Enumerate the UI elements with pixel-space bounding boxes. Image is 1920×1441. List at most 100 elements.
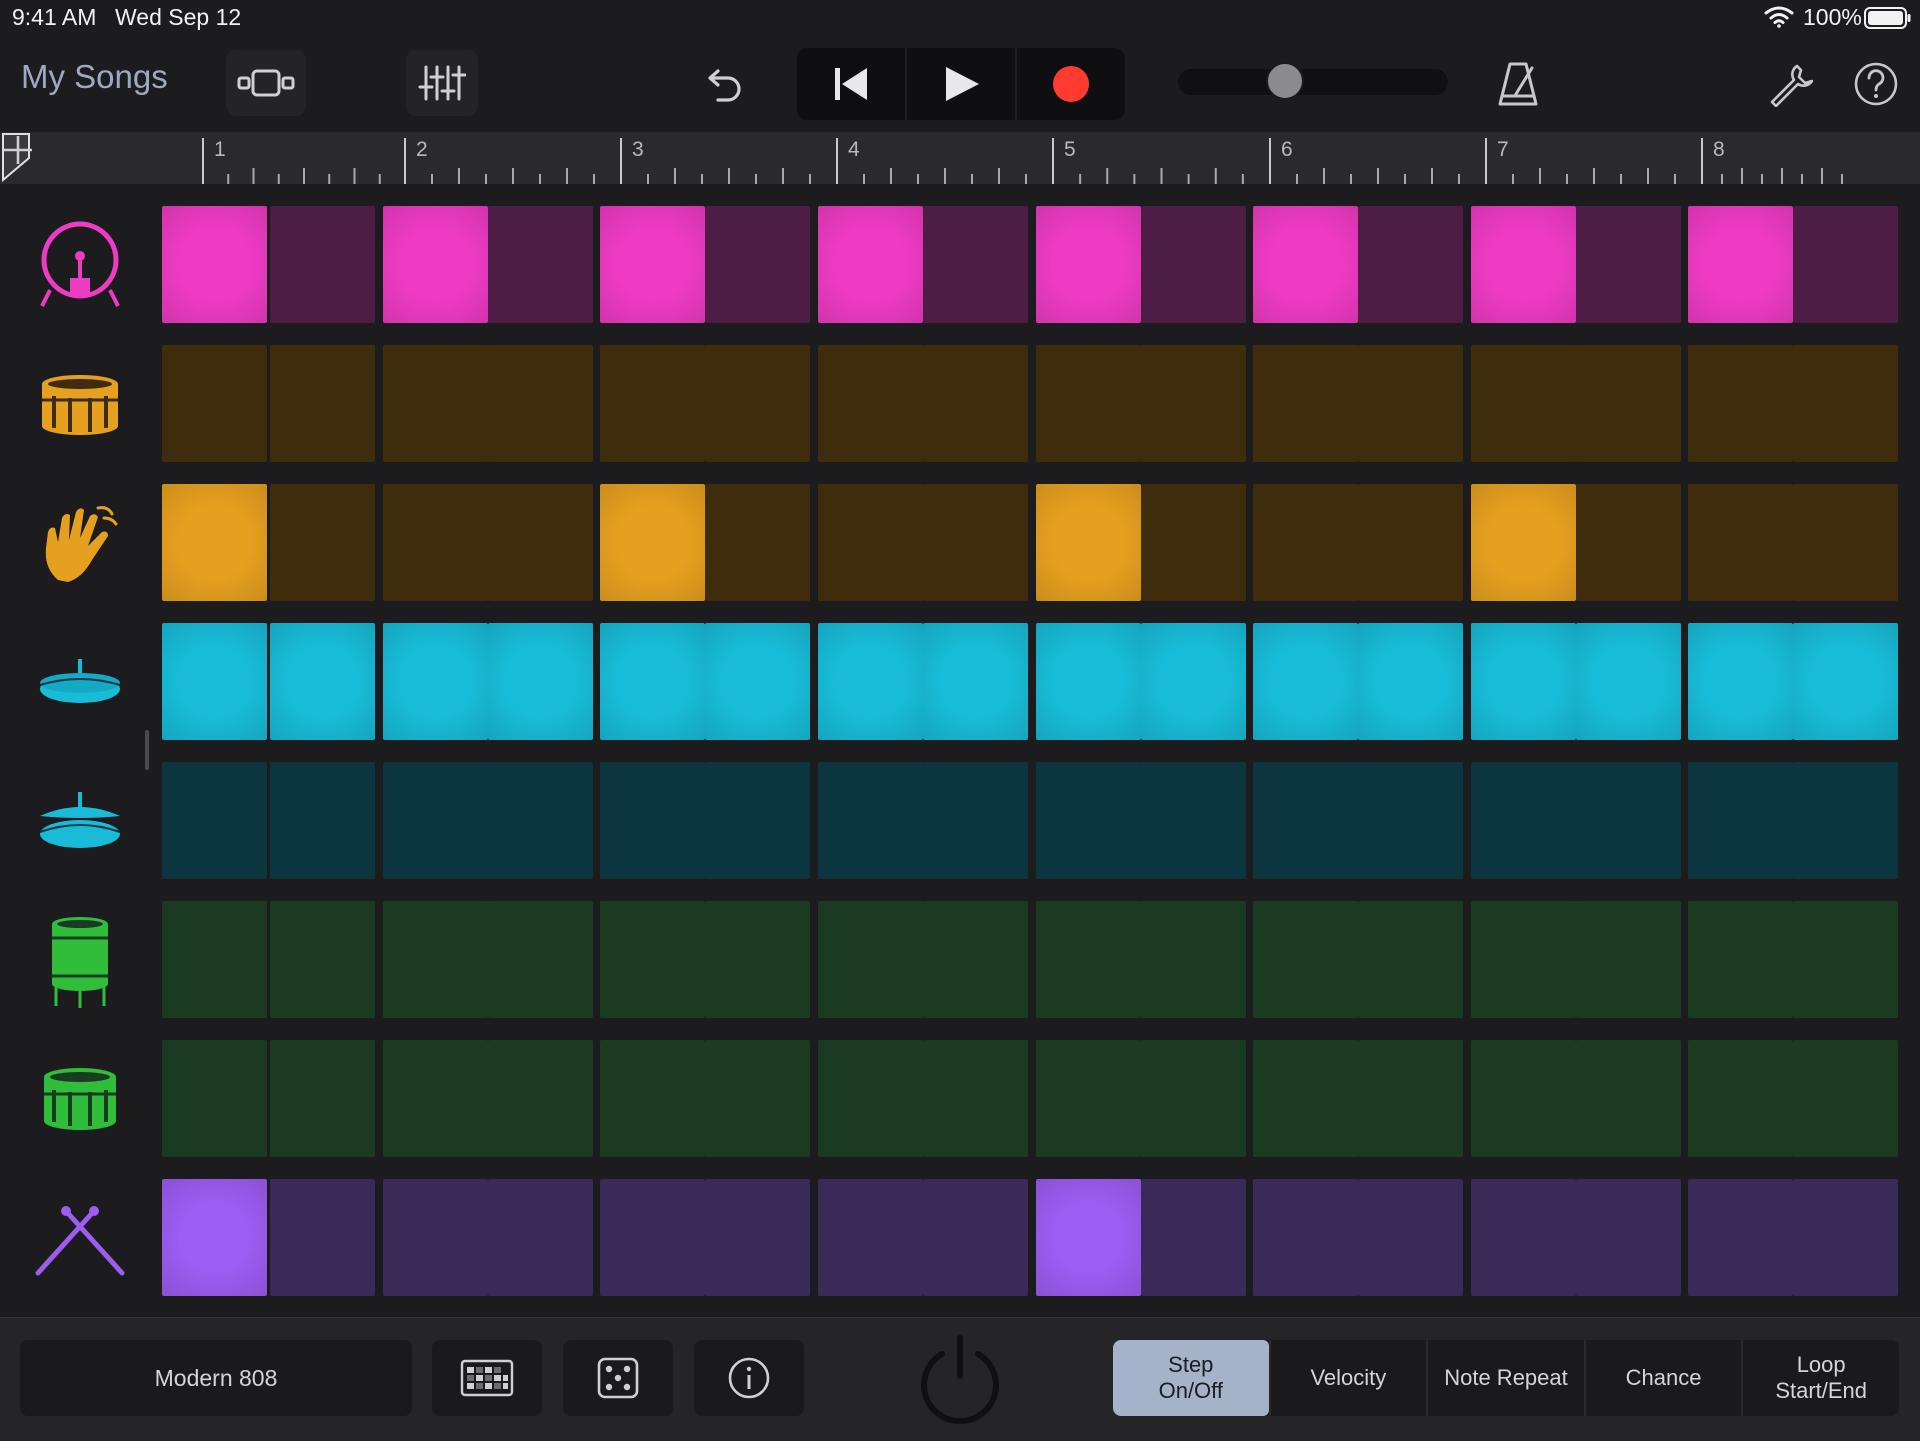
step-pad[interactable] — [270, 345, 375, 462]
step-pad[interactable] — [383, 623, 488, 740]
step-pad[interactable] — [705, 206, 810, 323]
step-pad[interactable] — [162, 1040, 267, 1157]
step-pad[interactable] — [1141, 1040, 1246, 1157]
step-pad[interactable] — [1253, 1040, 1358, 1157]
step-pad[interactable] — [162, 345, 267, 462]
record-button[interactable] — [1015, 48, 1125, 120]
step-pad[interactable] — [1793, 206, 1898, 323]
step-pad[interactable] — [1688, 762, 1793, 879]
mode-note-repeat[interactable]: Note Repeat — [1426, 1340, 1584, 1416]
step-pad[interactable] — [1036, 623, 1141, 740]
step-pad[interactable] — [1576, 762, 1681, 879]
step-pad[interactable] — [923, 1040, 1028, 1157]
step-pad[interactable] — [162, 1179, 267, 1296]
step-pad[interactable] — [1358, 901, 1463, 1018]
tom-drum-icon[interactable] — [30, 1050, 130, 1150]
go-to-beginning-button[interactable] — [797, 48, 905, 120]
step-pad[interactable] — [1793, 762, 1898, 879]
kick-drum-icon[interactable] — [30, 216, 130, 316]
step-pad[interactable] — [488, 901, 593, 1018]
step-pad[interactable] — [488, 345, 593, 462]
step-pad[interactable] — [1358, 623, 1463, 740]
step-pad[interactable] — [1793, 1179, 1898, 1296]
step-pad[interactable] — [383, 1040, 488, 1157]
step-pad[interactable] — [383, 1179, 488, 1296]
step-pad[interactable] — [270, 206, 375, 323]
randomize-button[interactable] — [563, 1340, 673, 1416]
step-pad[interactable] — [383, 206, 488, 323]
step-pad[interactable] — [1471, 762, 1576, 879]
step-pad[interactable] — [1793, 484, 1898, 601]
step-pad[interactable] — [162, 762, 267, 879]
step-pad[interactable] — [270, 762, 375, 879]
step-pad[interactable] — [488, 762, 593, 879]
metronome-button[interactable] — [1484, 50, 1552, 118]
drum-kit-selector[interactable]: Modern 808 — [20, 1340, 412, 1416]
step-pad[interactable] — [1141, 206, 1246, 323]
step-pad[interactable] — [1471, 1040, 1576, 1157]
step-pad[interactable] — [1036, 345, 1141, 462]
step-pad[interactable] — [818, 1040, 923, 1157]
step-pad[interactable] — [488, 623, 593, 740]
step-pad[interactable] — [600, 623, 705, 740]
step-pad[interactable] — [383, 345, 488, 462]
step-pad[interactable] — [1036, 484, 1141, 601]
master-volume-knob[interactable] — [1266, 62, 1305, 100]
step-pad[interactable] — [600, 345, 705, 462]
step-pad[interactable] — [1253, 762, 1358, 879]
step-pad[interactable] — [1688, 901, 1793, 1018]
step-pad[interactable] — [600, 484, 705, 601]
settings-button[interactable] — [1756, 50, 1824, 118]
step-pad[interactable] — [818, 901, 923, 1018]
snare-drum-icon[interactable] — [30, 355, 130, 455]
step-pad[interactable] — [488, 206, 593, 323]
step-pad[interactable] — [818, 762, 923, 879]
step-pad[interactable] — [1141, 1179, 1246, 1296]
step-pad[interactable] — [600, 762, 705, 879]
my-songs-button[interactable]: My Songs — [21, 58, 168, 96]
step-pad[interactable] — [705, 623, 810, 740]
step-pad[interactable] — [1253, 206, 1358, 323]
step-pad[interactable] — [1358, 1179, 1463, 1296]
master-volume-slider[interactable] — [1178, 62, 1448, 100]
step-pad[interactable] — [705, 1179, 810, 1296]
step-pad[interactable] — [270, 484, 375, 601]
step-pad[interactable] — [818, 206, 923, 323]
step-pad[interactable] — [1253, 484, 1358, 601]
timeline-ruler[interactable]: 1 2 3 4 5 6 7 8 — [0, 132, 1920, 184]
step-pad[interactable] — [923, 206, 1028, 323]
step-pad[interactable] — [1576, 1040, 1681, 1157]
step-pad[interactable] — [383, 901, 488, 1018]
step-pad[interactable] — [162, 206, 267, 323]
step-pad[interactable] — [1576, 345, 1681, 462]
step-pad[interactable] — [705, 345, 810, 462]
step-pad[interactable] — [1036, 206, 1141, 323]
clap-hand-icon[interactable] — [30, 494, 130, 594]
mode-velocity[interactable]: Velocity — [1268, 1340, 1427, 1416]
step-pad[interactable] — [1471, 345, 1576, 462]
step-pad[interactable] — [1036, 1179, 1141, 1296]
mode-chance[interactable]: Chance — [1583, 1340, 1742, 1416]
step-pad[interactable] — [1471, 484, 1576, 601]
step-pad[interactable] — [162, 623, 267, 740]
floor-tom-icon[interactable] — [30, 911, 130, 1011]
step-pad[interactable] — [1253, 1179, 1358, 1296]
step-pad[interactable] — [1358, 1040, 1463, 1157]
step-pad[interactable] — [270, 1179, 375, 1296]
play-button[interactable] — [905, 48, 1015, 120]
step-pad[interactable] — [818, 623, 923, 740]
closed-hihat-icon[interactable] — [30, 633, 130, 733]
step-pad[interactable] — [818, 345, 923, 462]
add-section-button[interactable] — [0, 132, 36, 168]
step-pad[interactable] — [1576, 484, 1681, 601]
step-pad[interactable] — [1793, 623, 1898, 740]
step-pad[interactable] — [705, 762, 810, 879]
step-pad[interactable] — [1576, 1179, 1681, 1296]
undo-button[interactable] — [690, 50, 762, 116]
step-pad[interactable] — [705, 901, 810, 1018]
step-pad[interactable] — [1141, 623, 1246, 740]
step-pad[interactable] — [1688, 345, 1793, 462]
step-pad[interactable] — [1688, 1179, 1793, 1296]
step-pad[interactable] — [923, 901, 1028, 1018]
step-pad[interactable] — [488, 1179, 593, 1296]
